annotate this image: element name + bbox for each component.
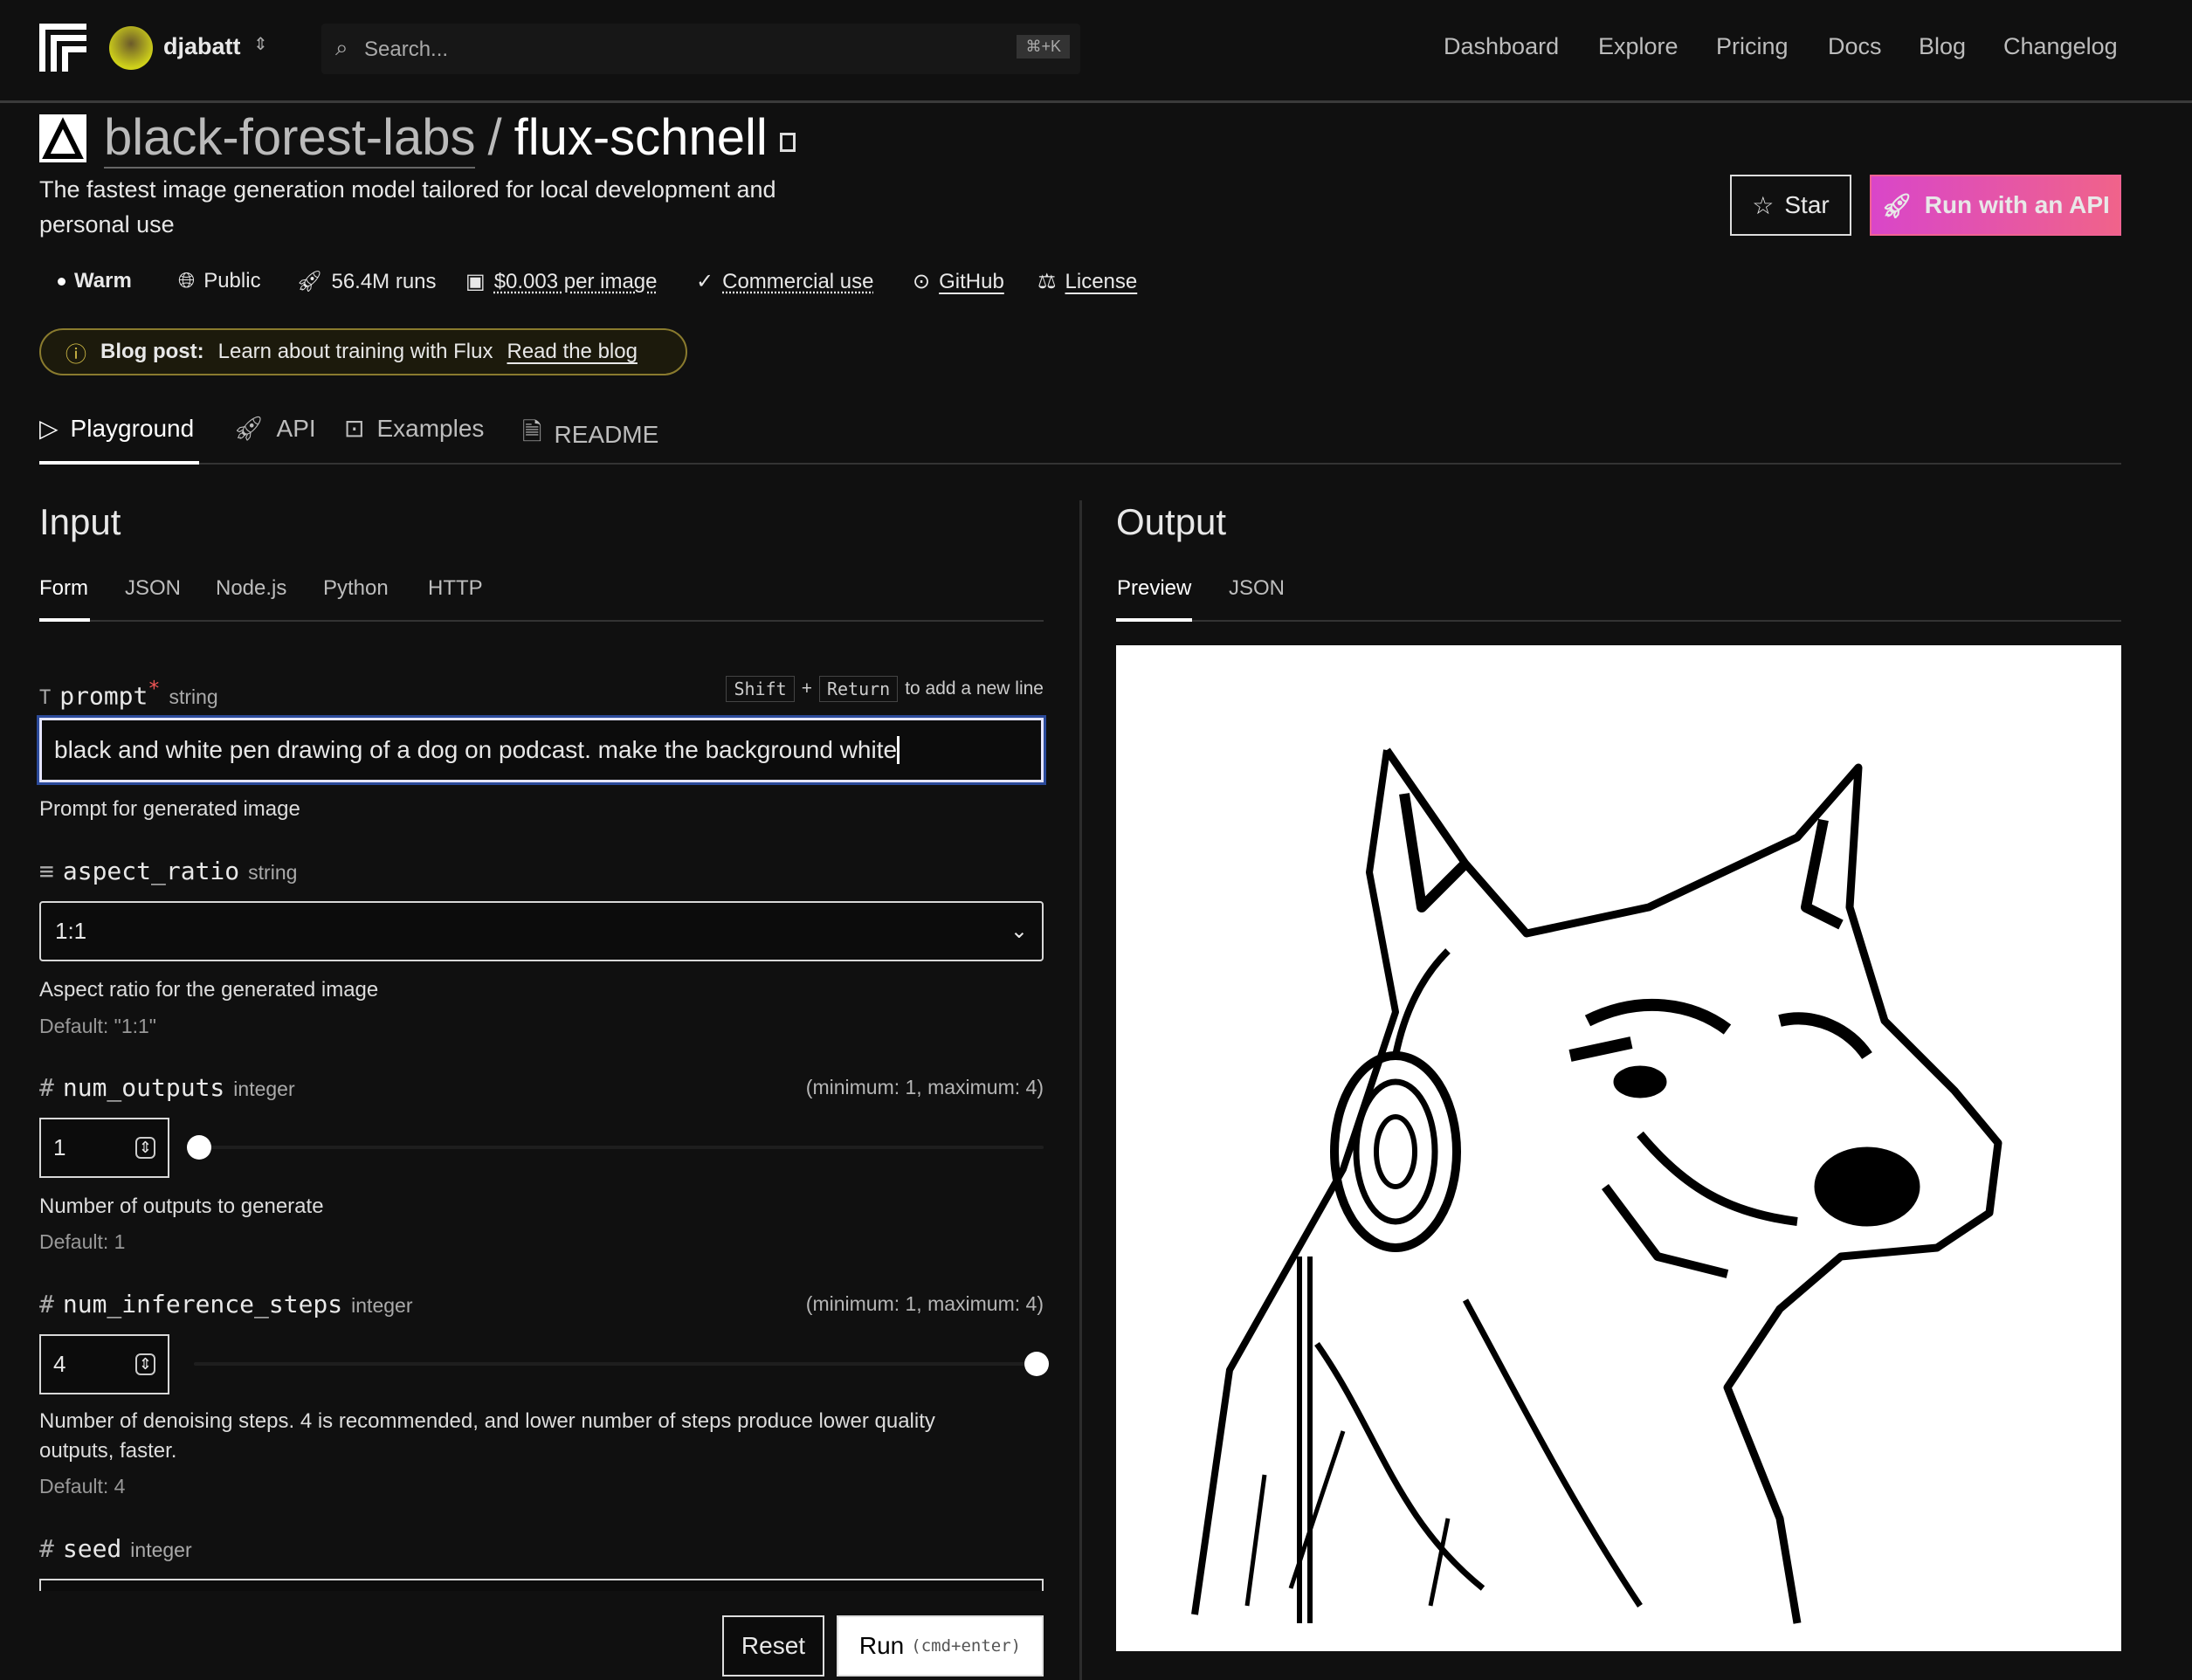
stepper-icon: ⇕ [134,1137,155,1159]
bookmark-icon: ⊡ [344,415,365,442]
read-blog-link[interactable]: Read the blog [507,340,638,364]
replicate-logo[interactable] [39,24,86,72]
subtab-output-json[interactable]: JSON [1229,576,1285,601]
rocket-icon: 🚀︎ [296,270,323,293]
nav-dashboard[interactable]: Dashboard [1444,33,1559,60]
active-tab-indicator [39,461,199,465]
output-image[interactable] [1116,645,2121,1651]
username[interactable]: djabatt [163,33,241,60]
num-inference-steps-slider[interactable] [194,1362,1044,1366]
nav-changelog[interactable]: Changelog [2003,33,2118,60]
model-name: flux-schnell [514,109,768,166]
num-outputs-slider-handle[interactable] [187,1135,211,1160]
subtab-python[interactable]: Python [323,576,389,601]
avatar[interactable] [109,26,153,70]
prompt-label: Tprompt* string [39,676,218,711]
nav-pricing[interactable]: Pricing [1716,33,1789,60]
prompt-input[interactable]: black and white pen drawing of a dog on … [39,718,1044,782]
aspect-ratio-label: ≡ aspect_ratio string [39,857,298,885]
rocket-icon: 🚀︎ [1881,191,1913,219]
text-type-icon: T [39,687,52,710]
github-link[interactable]: ⊙ GitHub [913,269,1004,294]
chevron-down-icon: ⌄ [1010,919,1028,943]
num-inference-steps-label: # num_inference_steps integer [39,1290,413,1319]
seed-label: # seed integer [39,1534,192,1563]
nav-explore[interactable]: Explore [1598,33,1678,60]
run-button[interactable]: Run (cmd+enter) [837,1615,1044,1677]
scale-icon: ⚖︎ [1037,270,1057,293]
subtab-nodejs[interactable]: Node.js [216,576,286,601]
star-button[interactable]: ☆ Star [1730,175,1851,236]
tab-readme[interactable]: 🗎︎ README [522,414,658,456]
pricing-link[interactable]: ▣ $0.003 per image [465,269,657,294]
model-description: The fastest image generation model tailo… [39,176,776,203]
tab-playground[interactable]: ▷ Playground [39,414,194,443]
subtab-http[interactable]: HTTP [428,576,483,601]
blog-banner: ⓘ Blog post: Learn about training with F… [39,328,687,375]
search-shortcut: ⌘+K [1017,35,1070,59]
subtab-preview[interactable]: Preview [1117,576,1191,601]
panel-divider [1079,500,1082,1680]
number-type-icon: # [39,1073,54,1102]
search-icon: ⌕ [335,34,348,60]
tab-api[interactable]: 🚀︎ API [233,414,316,443]
nav-blog[interactable]: Blog [1919,33,1966,60]
output-heading: Output [1116,501,1227,542]
input-heading: Input [39,501,121,542]
check-icon: ✓ [696,270,714,293]
search-input[interactable]: ⌕ Search... ⌘+K [321,24,1080,74]
aspect-ratio-select[interactable]: 1:1 ⌄ [39,901,1044,961]
num-outputs-label: # num_outputs integer [39,1073,295,1102]
globe-icon: 🌐︎ [178,269,196,293]
owner-link[interactable]: black-forest-labs [104,108,476,169]
owner-logo [39,114,86,162]
github-icon: ⊙ [913,270,931,293]
num-outputs-slider[interactable] [194,1146,1044,1149]
subtab-form[interactable]: Form [39,576,88,601]
run-with-api-button[interactable]: 🚀︎ Run with an API [1870,175,2121,236]
play-icon: ▷ [39,415,59,442]
tab-examples[interactable]: ⊡ Examples [344,414,484,443]
newline-hint: Shift + Return to add a new line [726,676,1044,702]
question-icon: ⓘ [65,342,86,367]
list-icon: ≡ [39,857,54,885]
nav-docs[interactable]: Docs [1828,33,1882,60]
run-count: 🚀︎ 56.4M runs [296,269,437,294]
account-switch-icon[interactable]: ⇕ [253,33,268,55]
money-icon: ▣ [465,270,486,293]
status-dot-icon [58,277,65,286]
header-divider [0,100,2192,103]
num-inference-steps-input[interactable]: 4 ⇕ [39,1334,169,1394]
visibility: 🌐︎ Public [178,269,261,293]
star-icon: ☆ [1752,191,1775,219]
commercial-use-link[interactable]: ✓ Commercial use [696,269,874,294]
rocket-icon: 🚀︎ [233,415,265,442]
license-link[interactable]: ⚖︎ License [1037,269,1137,294]
status-badge: Warm [58,269,132,293]
reset-button[interactable]: Reset [722,1615,824,1677]
number-type-icon: # [39,1534,54,1563]
stepper-icon: ⇕ [134,1353,155,1375]
num-inference-steps-slider-handle[interactable] [1024,1352,1049,1376]
document-icon: 🗎︎ [522,418,542,445]
subtab-json[interactable]: JSON [125,576,181,601]
copy-icon[interactable] [780,133,796,152]
number-type-icon: # [39,1290,54,1319]
num-outputs-input[interactable]: 1 ⇕ [39,1118,169,1178]
